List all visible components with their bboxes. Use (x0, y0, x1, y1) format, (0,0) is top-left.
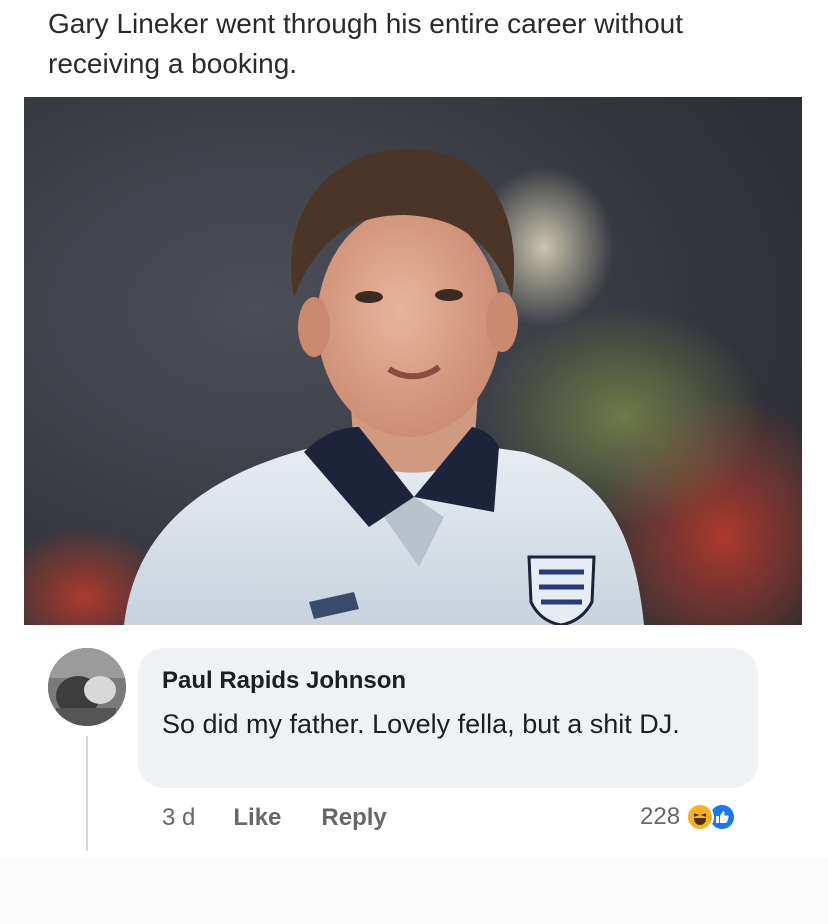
avatar[interactable] (48, 648, 126, 726)
reaction-count: 228 (640, 803, 681, 830)
comment-actions: 3 d Like Reply (162, 800, 387, 836)
avatar-image (48, 648, 126, 726)
footballer-photo-image (24, 97, 802, 625)
bottom-strip (0, 858, 828, 924)
post-text: Gary Lineker went through his entire car… (48, 8, 683, 79)
post-photo[interactable] (24, 97, 802, 625)
comment-bubble: Paul Rapids Johnson So did my father. Lo… (138, 648, 758, 788)
comment-timestamp[interactable]: 3 d (162, 804, 195, 832)
comment-author[interactable]: Paul Rapids Johnson (162, 664, 734, 698)
reply-button[interactable]: Reply (321, 804, 386, 832)
like-button[interactable]: Like (233, 804, 281, 832)
thread-line (86, 736, 88, 851)
haha-icon (686, 803, 715, 831)
comment-text: So did my father. Lovely fella, but a sh… (162, 709, 680, 739)
reactions-summary[interactable]: 228 (640, 798, 737, 836)
